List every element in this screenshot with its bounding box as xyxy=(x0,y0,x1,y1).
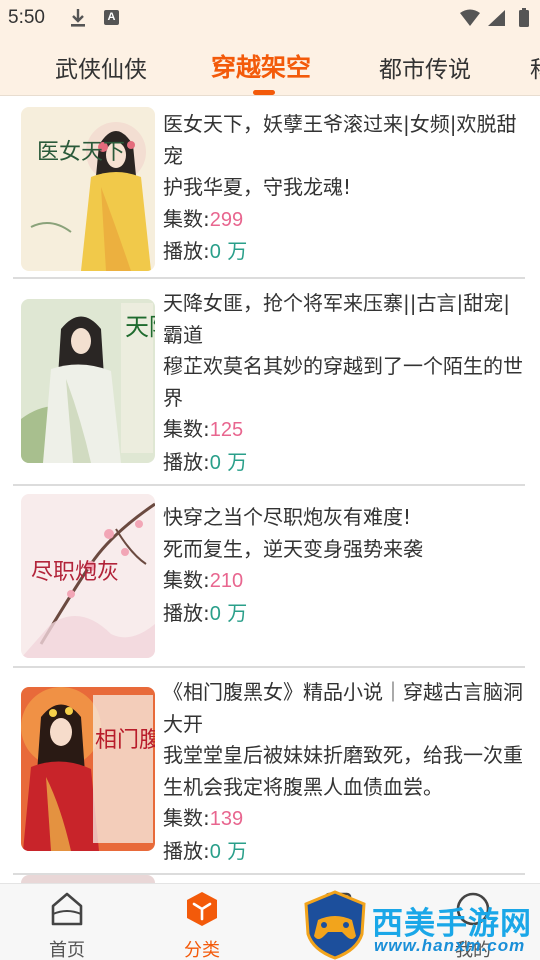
plays-row: 播放:0 万 xyxy=(163,836,525,869)
book-info: 天降女匪，抢个将军来压寨||古言|甜宠|霸道 穆芷欢莫名其妙的穿越到了一个陌生的… xyxy=(163,288,525,479)
book-info: 快穿之当个尽职炮灰有难度! 死而复生，逆天变身强势来袭 集数:210 播放:0 … xyxy=(163,502,525,630)
plays-label: 播放: xyxy=(163,239,210,263)
episodes-count: 210 xyxy=(209,570,244,592)
watermark-url: www.hanxm.com xyxy=(374,936,526,955)
cover-calligraphy: 医女天下 xyxy=(37,140,125,165)
episodes-row: 集数:139 xyxy=(163,803,525,836)
signal-battery-icon xyxy=(460,8,529,27)
nav-home[interactable]: 首页 xyxy=(17,884,117,960)
app-badge-icon: A xyxy=(104,10,119,25)
cover-calligraphy: 天降女匪 xyxy=(125,313,155,341)
tab-partial[interactable]: 科 xyxy=(530,50,540,84)
plays-label: 播放: xyxy=(163,600,210,625)
episodes-label: 集数: xyxy=(163,206,210,231)
home-icon xyxy=(51,892,83,926)
plays-count: 0 xyxy=(209,241,221,263)
plays-unit: 万 xyxy=(220,239,248,263)
book-title[interactable]: 《相门腹黑女》精品小说｜穿越古言脑洞大开 xyxy=(163,677,525,740)
book-cover[interactable]: 天降女匪 xyxy=(21,299,155,463)
status-time: 5:50 xyxy=(8,7,45,28)
book-description: 护我华夏，守我龙魂! xyxy=(163,175,352,199)
book-info: 医女天下，妖孽王爷滚过来|女频|欢脱甜宠 护我华夏，守我龙魂! 集数:299 播… xyxy=(163,109,525,269)
tab-wuxia-xianxia[interactable]: 武侠仙侠 xyxy=(55,50,147,84)
episodes-label: 集数: xyxy=(163,806,210,830)
plays-count: 0 xyxy=(209,840,221,863)
plays-row: 播放:0 万 xyxy=(163,447,525,480)
watermark-gamepad-badge-icon xyxy=(304,890,366,960)
book-cover[interactable]: 尽职炮灰 xyxy=(21,494,155,658)
book-cover[interactable]: 相门腹黑女 xyxy=(21,687,155,851)
episodes-count: 125 xyxy=(209,419,244,441)
cover-calligraphy: 相门腹黑女 xyxy=(95,728,155,753)
episodes-row: 集数:299 xyxy=(163,204,525,237)
book-description: 我堂堂皇后被妹妹折磨致死，给我一次重生机会我定将腹黑人血债血尝。 xyxy=(163,743,523,799)
list-item[interactable]: 相门腹黑女 《相门腹黑女》精品小说｜穿越古言脑洞大开 我堂堂皇后被妹妹折磨致死，… xyxy=(13,668,525,875)
nav-category-label: 分类 xyxy=(184,940,220,960)
book-title[interactable]: 天降女匪，抢个将军来压寨||古言|甜宠|霸道 xyxy=(163,288,525,351)
plays-count: 0 xyxy=(209,602,221,625)
book-info: 《相门腹黑女》精品小说｜穿越古言脑洞大开 我堂堂皇后被妹妹折磨致死，给我一次重生… xyxy=(163,677,525,868)
book-description: 死而复生，逆天变身强势来袭 xyxy=(163,536,423,561)
plays-label: 播放: xyxy=(163,449,210,474)
episodes-label: 集数: xyxy=(163,417,210,441)
active-tab-indicator xyxy=(253,90,275,95)
plays-unit: 万 xyxy=(220,600,248,625)
book-cover[interactable]: 医女天下 xyxy=(21,107,155,271)
plays-row: 播放:0 万 xyxy=(163,598,525,631)
list-item[interactable]: 天降女匪 天降女匪，抢个将军来压寨||古言|甜宠|霸道 穆芷欢莫名其妙的穿越到了… xyxy=(13,279,525,486)
episodes-count: 139 xyxy=(209,808,244,830)
plays-row: 播放:0 万 xyxy=(163,236,525,269)
download-icon xyxy=(71,9,85,27)
list-item[interactable]: 医女天下 医女天下，妖孽王爷滚过来|女频|欢脱甜宠 护我华夏，守我龙魂! 集数:… xyxy=(13,97,525,279)
nav-category[interactable]: 分类 xyxy=(152,884,252,960)
nav-home-label: 首页 xyxy=(49,940,85,960)
cover-calligraphy: 尽职炮灰 xyxy=(31,560,119,585)
book-title[interactable]: 快穿之当个尽职炮灰有难度! xyxy=(163,502,525,534)
book-description: 穆芷欢莫名其妙的穿越到了一个陌生的世界 xyxy=(163,354,523,410)
status-bar: 5:50 A xyxy=(0,0,540,36)
category-tab-bar: 武侠仙侠 穿越架空 都市传说 科 xyxy=(0,36,540,96)
plays-label: 播放: xyxy=(163,838,210,863)
plays-count: 0 xyxy=(209,451,221,474)
list-item[interactable]: 尽职炮灰 快穿之当个尽职炮灰有难度! 死而复生，逆天变身强势来袭 集数:210 … xyxy=(13,486,525,668)
book-list[interactable]: 医女天下 医女天下，妖孽王爷滚过来|女频|欢脱甜宠 护我华夏，守我龙魂! 集数:… xyxy=(0,97,540,883)
episodes-row: 集数:210 xyxy=(163,565,525,598)
book-cover-partial xyxy=(21,875,155,883)
book-title[interactable]: 医女天下，妖孽王爷滚过来|女频|欢脱甜宠 xyxy=(163,109,525,172)
plays-unit: 万 xyxy=(220,449,248,474)
tab-dushi-chuanshuo[interactable]: 都市传说 xyxy=(379,50,471,84)
tab-chuanyue-jiakong[interactable]: 穿越架空 xyxy=(211,48,311,84)
episodes-row: 集数:125 xyxy=(163,414,525,447)
category-cube-icon xyxy=(187,892,217,926)
episodes-count: 299 xyxy=(209,208,244,231)
episodes-label: 集数: xyxy=(163,568,210,592)
plays-unit: 万 xyxy=(220,838,248,863)
site-watermark: 西美手游网 www.hanxm.com xyxy=(302,890,540,960)
